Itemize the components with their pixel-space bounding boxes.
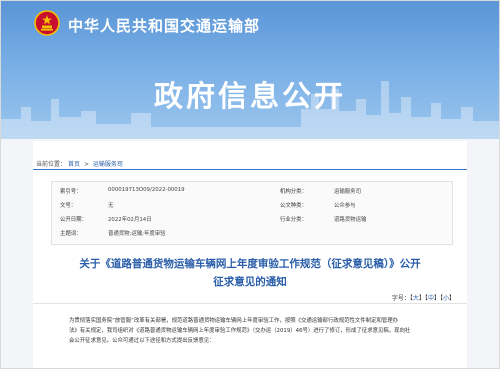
font-size-switcher: 字号：【大】【中】【小】	[391, 295, 455, 302]
docno-value: 无	[108, 203, 114, 209]
org-value: 运输服务司	[334, 189, 361, 195]
metadata-row: 公开日期： 2022年02月14日 行业分类： 道路货物运输	[52, 212, 452, 224]
content-card: 当前位置： 首页 > 运输服务司 索引号： 000019713O09/2022-0…	[33, 141, 467, 368]
date-value: 2022年02月14日	[108, 217, 152, 223]
pubtype-label: 公文种类：	[280, 203, 307, 209]
metadata-row: 主题词： 普通货物;运输;年度审验	[52, 226, 452, 238]
article-title-line: 关于《道路普通货物运输车辆网上年度审验工作规范（征求意见稿）》公开	[79, 258, 421, 270]
docno-label: 文号：	[60, 203, 77, 209]
body-line: 为贯彻落实国务院“放管服”改革有关部署，规范道路普通货物运输车辆网上年度审验工作…	[69, 318, 399, 324]
industry-label: 行业分类：	[280, 217, 307, 223]
keyword-label: 主题词：	[60, 231, 82, 237]
body-line: 法》有关规定，我司组织对《道路普通货物运输车辆网上年度审验工作规范》（交办运〔2…	[69, 328, 411, 334]
breadcrumb-divider	[33, 169, 467, 170]
page-frame: 中华人民共和国交通运输部 政府信息公开 当前位置： 首页 > 运输服务司 索引号：…	[0, 0, 500, 369]
breadcrumb: 当前位置： 首页 > 运输服务司	[36, 159, 125, 168]
breadcrumb-separator: >	[83, 161, 89, 168]
index-label: 索引号：	[60, 189, 82, 195]
breadcrumb-prefix: 当前位置：	[36, 161, 67, 168]
article-title: 关于《道路普通货物运输车辆网上年度审验工作规范（征求意见稿）》公开 征求意见的通…	[43, 255, 457, 291]
metadata-row: 索引号： 000019713O09/2022-00019 机构分类： 运输服务司	[52, 184, 452, 196]
industry-value: 道路货物运输	[334, 217, 367, 223]
font-size-medium-button[interactable]: 中	[428, 295, 434, 302]
article-title-line: 征求意见的通知	[213, 276, 287, 288]
article-divider	[33, 303, 467, 304]
portal-title: 政府信息公开	[153, 79, 346, 113]
document-metadata-table: 索引号： 000019713O09/2022-00019 机构分类： 运输服务司…	[51, 181, 453, 245]
ministry-name[interactable]: 中华人民共和国交通运输部	[68, 15, 260, 36]
font-size-small-button[interactable]: 小	[443, 295, 449, 302]
org-label: 机构分类：	[280, 189, 307, 195]
national-emblem-icon	[34, 10, 60, 36]
article-body: 为贯彻落实国务院“放管服”改革有关部署，规范道路普通货物运输车辆网上年度审验工作…	[69, 316, 459, 346]
date-label: 公开日期：	[60, 217, 87, 223]
metadata-row: 文号： 无 公文种类： 公众参与	[52, 198, 452, 210]
header-banner: 中华人民共和国交通运输部 政府信息公开	[1, 1, 499, 139]
pubtype-value: 公众参与	[334, 203, 356, 209]
keyword-value: 普通货物;运输;年度审验	[108, 231, 166, 237]
font-size-large-button[interactable]: 大	[413, 295, 419, 302]
breadcrumb-current-link[interactable]: 运输服务司	[93, 161, 123, 168]
body-line: 会公开征求意见。公众可通过以下途径和方式提出反馈意见：	[69, 338, 215, 344]
breadcrumb-home-link[interactable]: 首页	[68, 161, 80, 168]
font-size-label: 字号：	[391, 295, 410, 302]
index-value: 000019713O09/2022-00019	[108, 187, 185, 193]
